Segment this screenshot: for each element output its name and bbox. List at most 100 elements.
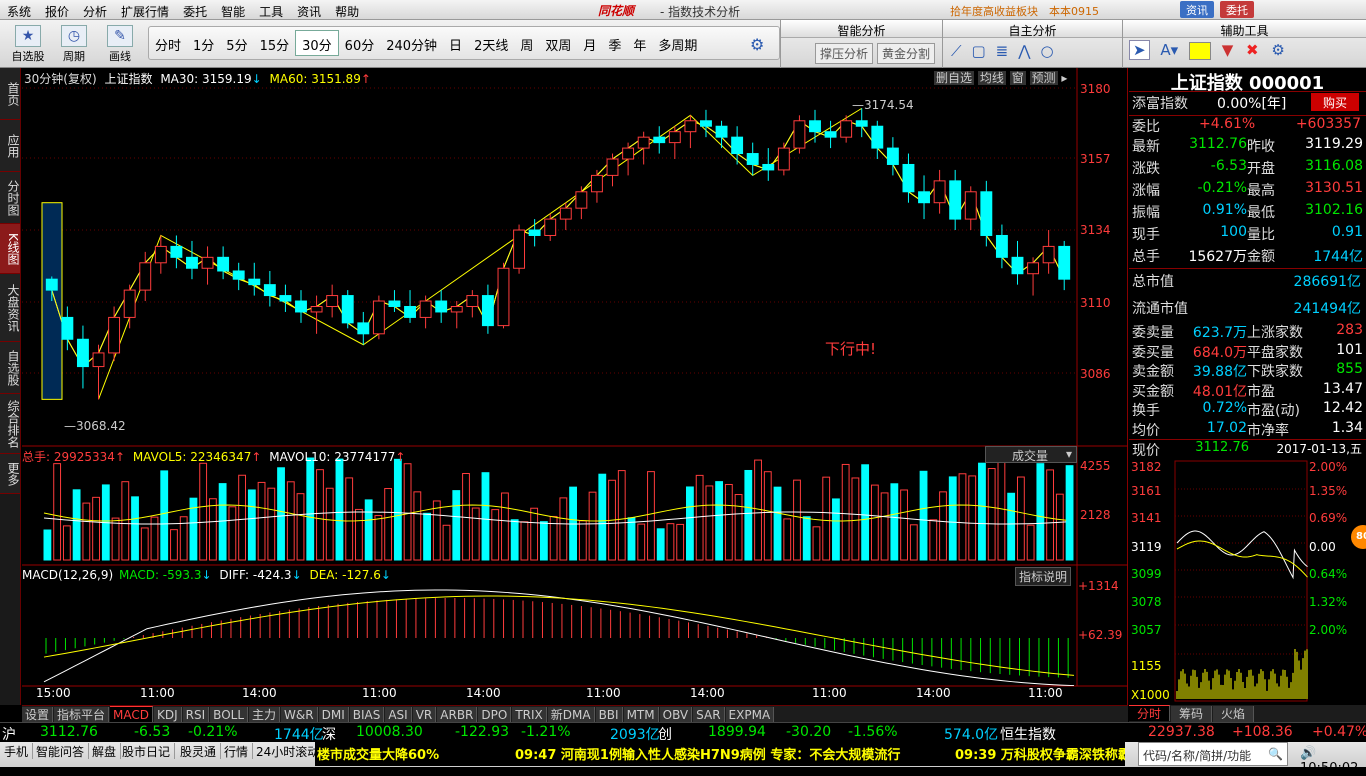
period-option[interactable]: 5分 [220, 28, 253, 54]
menu-item[interactable]: 系统 [0, 0, 38, 20]
volume-bar [286, 481, 295, 561]
news-item[interactable]: 楼市成交量大降60% [317, 744, 439, 763]
period-option[interactable]: 多周期 [652, 28, 703, 54]
info-button[interactable]: 资讯 [1180, 1, 1214, 18]
news-item[interactable]: 09:47 河南现1例输入性人感染H7N9病例 专家：不会大规模流行 [515, 744, 900, 763]
menu-item[interactable]: 帮助 [328, 0, 366, 20]
aux-tools[interactable]: ➤ A▾ ▼ ✖ ⚙ [1123, 38, 1366, 63]
right-tab[interactable]: 筹码 [1171, 706, 1213, 722]
left-nav-tab[interactable]: 分时图 [0, 172, 20, 224]
menu-item[interactable]: 扩展行情 [114, 0, 176, 20]
indicator-tab[interactable]: SAR [693, 707, 725, 723]
period-button[interactable]: ◷ 周期 [52, 23, 96, 65]
indicator-tab[interactable]: RSI [182, 707, 210, 723]
indicator-tab[interactable]: 指标平台 [54, 707, 110, 723]
left-nav-tab[interactable]: 更多 [0, 454, 20, 494]
status-item[interactable]: 24小时滚动 [252, 743, 325, 759]
draw-button[interactable]: ✎ 画线 [98, 23, 142, 65]
left-nav-tab[interactable]: 综合排名 [0, 394, 20, 454]
indicator-tab[interactable]: TRIX [512, 707, 547, 723]
indicator-tab[interactable]: 设置 [22, 707, 54, 723]
menu-item[interactable]: 委托 [176, 0, 214, 20]
indicator-tab[interactable]: VR [412, 707, 437, 723]
left-nav-tab[interactable]: K线图 [0, 224, 20, 274]
period-option[interactable]: 60分 [339, 28, 381, 54]
indicator-tab[interactable]: MTM [623, 707, 659, 723]
bookmark-icon[interactable]: ▼ [1222, 41, 1234, 59]
indicator-tab[interactable]: 新DMA [547, 707, 595, 723]
text-icon[interactable]: A▾ [1160, 41, 1178, 59]
period-option[interactable]: 分时 [149, 28, 187, 54]
cursor-icon[interactable]: ➤ [1129, 40, 1150, 60]
expand-icon[interactable]: ▸ [1061, 71, 1067, 85]
period-option[interactable]: 30分 [295, 30, 339, 56]
period-option[interactable]: 1分 [187, 28, 220, 54]
trade-button[interactable]: 委托 [1220, 1, 1254, 18]
status-item[interactable]: 股灵通 [176, 743, 222, 759]
period-option[interactable]: 周 [514, 28, 539, 54]
watchlist-button[interactable]: ★ 自选股 [6, 23, 50, 65]
period-option[interactable]: 年 [627, 28, 652, 54]
news-ticker[interactable]: 楼市成交量大降60% 09:47 河南现1例输入性人感染H7N9病例 专家：不会… [315, 742, 1125, 766]
menu-item[interactable]: 资讯 [290, 0, 328, 20]
left-nav-tab[interactable]: 首页 [0, 68, 20, 120]
indicator-help-button[interactable]: 指标说明 [1015, 567, 1072, 586]
weibi-pct: +4.61% [1199, 116, 1256, 132]
forecast-button[interactable]: 预测 [1029, 71, 1058, 85]
candle-body [295, 300, 307, 313]
ma-button[interactable]: 均线 [977, 71, 1006, 85]
indicator-tab[interactable]: BIAS [349, 707, 385, 723]
period-option[interactable]: 双周 [539, 28, 577, 54]
menu-item[interactable]: 报价 [38, 0, 76, 20]
period-option[interactable]: 240分钟 [380, 28, 443, 54]
news-item[interactable]: 09:39 万科股权争霸深铁称霸 [955, 744, 1125, 763]
period-option[interactable]: 日 [443, 28, 468, 54]
buy-button[interactable]: 购买 [1311, 93, 1359, 111]
search-input[interactable]: 代码/名称/简拼/功能 🔍 [1138, 742, 1288, 766]
period-option[interactable]: 15分 [254, 28, 296, 54]
indicator-tab[interactable]: OBV [659, 707, 693, 723]
status-item[interactable]: 智能问答 [32, 743, 90, 759]
indicator-tab[interactable]: BBI [595, 707, 623, 723]
indicator-tab[interactable]: BOLL [210, 707, 249, 723]
delete-icon[interactable]: ✖ [1246, 41, 1259, 59]
menu-item[interactable]: 智能 [214, 0, 252, 20]
status-item[interactable]: 解盘 [88, 743, 122, 759]
quote-value: 17.02 [1206, 419, 1247, 436]
indicator-tab[interactable]: DPO [478, 707, 512, 723]
status-item[interactable]: 手机 [0, 743, 34, 759]
left-nav-tab[interactable]: 大盘资讯 [0, 274, 20, 342]
search-icon[interactable]: 🔍 [1268, 747, 1283, 761]
left-nav-tab[interactable]: 应用 [0, 120, 20, 172]
support-resistance-button[interactable]: 撑压分析 [815, 43, 874, 64]
indicator-tab[interactable]: ARBR [437, 707, 478, 723]
menu-item[interactable]: 分析 [76, 0, 114, 20]
menu-ticker[interactable]: 拾年度高收益板块 本本0915 [950, 3, 1099, 19]
indicator-tab[interactable]: KDJ [154, 707, 182, 723]
indicator-tab[interactable]: DMI [318, 707, 349, 723]
volume-select[interactable]: 成交量 ▾ [985, 446, 1077, 463]
kline-chart[interactable] [22, 68, 1128, 705]
indicator-tab[interactable]: ASI [385, 707, 412, 723]
period-option[interactable]: 季 [602, 28, 627, 54]
period-option[interactable]: 月 [577, 28, 602, 54]
indicator-tab[interactable]: EXPMA [725, 707, 775, 723]
golden-section-button[interactable]: 黄金分割 [877, 43, 936, 64]
indicator-tab[interactable]: 主力 [249, 707, 281, 723]
status-item[interactable]: 股市日记 [118, 743, 176, 759]
right-tab[interactable]: 分时 [1129, 705, 1171, 721]
period-option[interactable]: 2天线 [468, 28, 514, 54]
status-item[interactable]: 行情 [220, 743, 254, 759]
indicator-tab[interactable]: W&R [281, 707, 318, 723]
gear-icon[interactable]: ⚙ [750, 35, 764, 54]
header-name: 上证指数 [104, 72, 153, 86]
draw-tools[interactable]: ⟋▢≣⋀○ [943, 38, 1122, 64]
color-swatch[interactable] [1188, 41, 1211, 60]
menu-item[interactable]: 工具 [252, 0, 290, 20]
left-nav-tab[interactable]: 自选股 [0, 342, 20, 394]
settings-icon[interactable]: ⚙ [1271, 41, 1284, 59]
right-tab[interactable]: 火焰 [1213, 706, 1255, 722]
window-button[interactable]: 窗 [1009, 71, 1026, 85]
indicator-tab[interactable]: MACD [110, 706, 154, 722]
remove-watch-button[interactable]: 删自选 [934, 71, 975, 85]
